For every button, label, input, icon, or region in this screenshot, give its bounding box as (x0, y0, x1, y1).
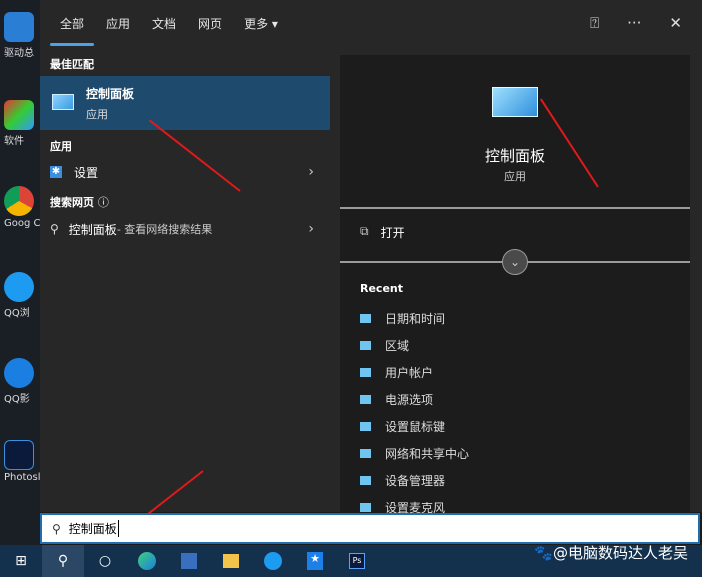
recent-item[interactable]: 设备管理器 (360, 472, 445, 489)
search-icon[interactable]: ⚲ (42, 545, 84, 577)
search-box[interactable]: ⚲ 控制面板 (40, 513, 700, 544)
web-suffix: - 查看网络搜索结果 (116, 223, 213, 236)
desktop-icon-qq-video[interactable]: QQ影 (4, 358, 40, 405)
tab-more[interactable]: 更多 ▾ (244, 0, 278, 48)
desktop-icon-software[interactable]: 软件 (4, 100, 40, 147)
app-settings[interactable]: ✱ 设置 › (40, 159, 330, 185)
recent-heading: Recent (360, 282, 404, 295)
feedback-icon[interactable]: ⍰ (590, 14, 599, 32)
recent-item-label: 电源选项 (385, 393, 434, 407)
best-match-heading: 最佳匹配 (50, 58, 94, 71)
info-icon[interactable]: ⓘ (98, 196, 109, 209)
tab-apps[interactable]: 应用 (106, 0, 130, 48)
recent-item[interactable]: 网络和共享中心 (360, 445, 469, 462)
edge-icon[interactable] (126, 545, 168, 577)
divider (340, 207, 690, 209)
desktop-icon-qq-browser[interactable]: QQ浏 (4, 272, 40, 319)
search-icon: ⚲ (50, 222, 59, 236)
control-panel-icon (360, 368, 371, 377)
apps-heading: 应用 (50, 140, 72, 153)
tab-all[interactable]: 全部 (49, 0, 95, 48)
results-list: 最佳匹配 控制面板 应用 应用 ✱ 设置 › 搜索网页 ⓘ ⚲ 控制面板 - 查… (40, 48, 330, 512)
best-match-name: 控制面板 (86, 87, 135, 101)
file-explorer-icon[interactable] (210, 545, 252, 577)
recent-item[interactable]: 电源选项 (360, 391, 433, 408)
watermark: 🐾@电脑数码达人老吴 (534, 544, 688, 562)
chevron-right-icon[interactable]: › (308, 221, 314, 237)
recent-item-label: 日期和时间 (385, 312, 446, 326)
control-panel-large-icon (492, 87, 538, 117)
close-icon[interactable]: ✕ (669, 14, 682, 32)
expand-chevron-down-icon[interactable]: ⌄ (502, 249, 528, 275)
desktop-icon-chrome[interactable]: Goog Chron (4, 186, 40, 229)
photoshop-icon[interactable]: Ps (336, 545, 378, 577)
control-panel-icon (360, 395, 371, 404)
computer-icon[interactable] (168, 545, 210, 577)
control-panel-icon (360, 476, 371, 485)
preview-app-name: 控制面板 (484, 147, 545, 165)
desktop-icon-driver[interactable]: 驱动总 (4, 12, 40, 59)
recent-item[interactable]: 用户帐户 (360, 364, 433, 381)
tab-documents[interactable]: 文档 (152, 0, 176, 48)
chevron-right-icon[interactable]: › (308, 164, 314, 180)
start-search-menu: 全部 应用 文档 网页 更多 ▾ ⍰ ··· ✕ 最佳匹配 控制面板 应用 应用… (40, 0, 702, 515)
more-options-icon[interactable]: ··· (627, 14, 641, 32)
best-match-type: 应用 (86, 108, 108, 121)
recent-item[interactable]: 日期和时间 (360, 310, 445, 327)
control-panel-icon (360, 341, 371, 350)
web-query: 控制面板 (68, 222, 117, 237)
best-match-control-panel[interactable]: 控制面板 应用 (40, 76, 330, 130)
app-name: 设置 (74, 165, 99, 180)
control-panel-icon (360, 422, 371, 431)
star-app-icon[interactable]: ★ (294, 545, 336, 577)
preview-pane: 控制面板 应用 ⧉ 打开 ⌄ Recent 日期和时间区域用户帐户电源选项设置鼠标… (340, 55, 690, 515)
desktop-icon-photoshop[interactable]: Photosl (4, 440, 40, 483)
windows-start-icon[interactable]: ⊞ (0, 545, 42, 577)
preview-app-type: 应用 (504, 170, 526, 183)
recent-item-label: 区域 (385, 339, 410, 353)
recent-item-label: 网络和共享中心 (385, 447, 470, 461)
qq-browser-icon[interactable] (252, 545, 294, 577)
recent-item-label: 设置鼠标键 (385, 420, 446, 434)
desktop: 驱动总 软件 Goog Chron QQ浏 QQ影 Photosl (0, 0, 40, 545)
control-panel-icon (360, 503, 371, 512)
open-icon: ⧉ (360, 224, 369, 238)
recent-item-label: 设备管理器 (385, 474, 446, 488)
control-panel-icon (360, 314, 371, 323)
tab-web[interactable]: 网页 (198, 0, 222, 48)
search-icon: ⚲ (52, 521, 61, 536)
control-panel-icon (360, 449, 371, 458)
cortana-icon[interactable]: ○ (84, 545, 126, 577)
search-input[interactable]: 控制面板 (69, 520, 119, 537)
web-search-result[interactable]: ⚲ 控制面板 - 查看网络搜索结果 › (40, 216, 330, 242)
recent-item[interactable]: 区域 (360, 337, 409, 354)
recent-item-label: 用户帐户 (385, 366, 434, 380)
recent-item[interactable]: 设置鼠标键 (360, 418, 445, 435)
web-search-heading: 搜索网页 ⓘ (50, 196, 109, 209)
control-panel-icon (52, 94, 74, 110)
settings-gear-icon: ✱ (50, 166, 62, 178)
open-action[interactable]: ⧉ 打开 (360, 224, 405, 241)
